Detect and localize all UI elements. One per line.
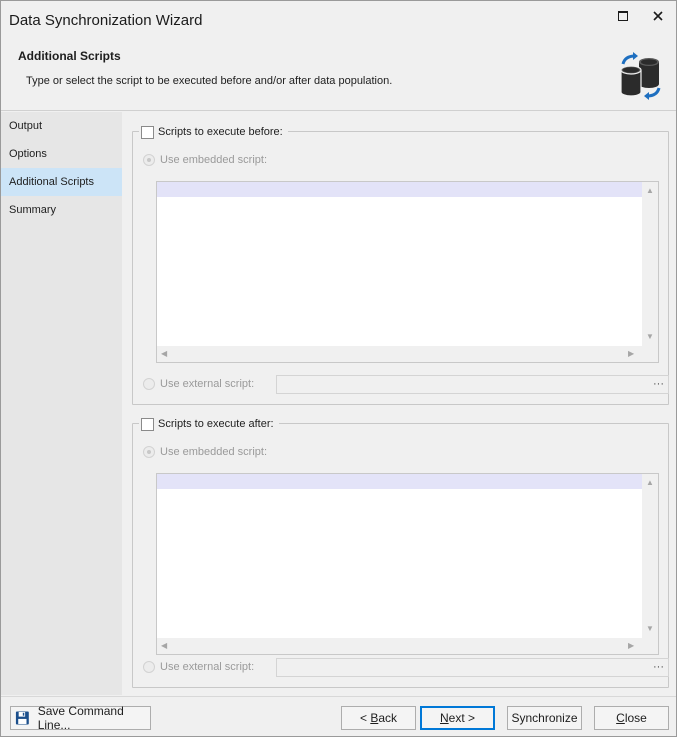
next-button[interactable]: Next > [420, 706, 495, 730]
after-external-label: Use external script: [160, 661, 255, 673]
back-mnemonic: B [370, 711, 379, 725]
synchronize-label: Synchronize [511, 711, 578, 725]
after-scripts-label[interactable]: Scripts to execute after: [158, 418, 274, 430]
scroll-left-icon[interactable]: ◀ [161, 349, 167, 359]
before-external-option[interactable]: Use external script: [143, 378, 254, 390]
before-external-label: Use external script: [160, 378, 255, 390]
before-embedded-option[interactable]: Use embedded script: [143, 154, 267, 166]
page-description: Type or select the script to be executed… [26, 75, 393, 87]
scroll-up-icon[interactable]: ▲ [646, 478, 654, 488]
before-editor-horizontal-scrollbar[interactable]: ◀ ▶ [157, 346, 642, 362]
after-scripts-group: Scripts to execute after: Use embedded s… [132, 415, 669, 688]
close-button[interactable]: Close [594, 706, 669, 730]
scroll-down-icon[interactable]: ▼ [646, 624, 654, 634]
window-title: Data Synchronization Wizard [9, 12, 203, 29]
after-embedded-radio[interactable] [143, 446, 155, 458]
ellipsis-icon[interactable]: ··· [653, 378, 664, 390]
next-label-rest: ext > [448, 711, 476, 725]
scroll-up-icon[interactable]: ▲ [646, 186, 654, 196]
scroll-right-icon[interactable]: ▶ [628, 641, 634, 651]
after-external-path-field[interactable]: ··· [276, 658, 669, 677]
scrollbar-corner [642, 638, 658, 654]
scroll-left-icon[interactable]: ◀ [161, 641, 167, 651]
sidebar-item-output[interactable]: Output [1, 112, 122, 140]
ellipsis-icon[interactable]: ··· [653, 661, 664, 673]
close-mnemonic: C [616, 711, 625, 725]
wizard-window: Data Synchronization Wizard Additional S… [0, 0, 677, 737]
sidebar-item-summary[interactable]: Summary [1, 196, 122, 224]
after-embedded-label: Use embedded script: [160, 446, 267, 458]
wizard-sidebar: Output Options Additional Scripts Summar… [1, 112, 122, 695]
before-external-row: Use external script: ··· [143, 375, 669, 395]
maximize-icon [618, 11, 628, 21]
database-sync-icon [620, 52, 661, 100]
next-mnemonic: N [439, 711, 449, 725]
save-command-line-button[interactable]: Save Command Line... [10, 704, 151, 732]
scrollbar-corner [642, 346, 658, 362]
after-script-editor[interactable]: ▲ ▼ ◀ ▶ [156, 473, 659, 655]
close-icon [653, 11, 663, 21]
after-external-radio[interactable] [143, 661, 155, 673]
scroll-down-icon[interactable]: ▼ [646, 332, 654, 342]
after-editor-vertical-scrollbar[interactable]: ▲ ▼ [642, 474, 658, 639]
after-scripts-checkbox[interactable] [141, 417, 154, 431]
before-embedded-label: Use embedded script: [160, 154, 267, 166]
close-label-rest: lose [624, 711, 647, 725]
before-external-radio[interactable] [143, 378, 155, 390]
after-external-option[interactable]: Use external script: [143, 661, 254, 673]
maximize-button[interactable] [609, 5, 637, 27]
sidebar-item-options[interactable]: Options [1, 140, 122, 168]
before-scripts-group: Scripts to execute before: Use embedded … [132, 123, 669, 405]
synchronize-button[interactable]: Synchronize [507, 706, 582, 730]
before-scripts-label[interactable]: Scripts to execute before: [158, 126, 283, 138]
sidebar-item-additional-scripts[interactable]: Additional Scripts [1, 168, 122, 196]
after-embedded-option[interactable]: Use embedded script: [143, 446, 267, 458]
close-window-button[interactable] [644, 5, 672, 27]
wizard-header: Additional Scripts Type or select the sc… [1, 39, 676, 111]
after-editor-horizontal-scrollbar[interactable]: ◀ ▶ [157, 638, 642, 654]
before-external-path-field[interactable]: ··· [276, 375, 669, 394]
save-command-line-label: Save Command Line... [37, 704, 124, 732]
after-scripts-header: Scripts to execute after: [139, 415, 279, 433]
scroll-right-icon[interactable]: ▶ [628, 349, 634, 359]
before-embedded-radio[interactable] [143, 154, 155, 166]
back-button[interactable]: < Back [341, 706, 416, 730]
back-label-rest: ack [378, 711, 398, 725]
page-title: Additional Scripts [18, 49, 121, 63]
wizard-footer: Save Command Line... < Back Next > Synch… [1, 696, 676, 736]
after-external-row: Use external script: ··· [143, 658, 669, 678]
back-prefix: < [359, 711, 371, 725]
current-line-highlight [157, 474, 642, 489]
before-scripts-checkbox[interactable] [141, 125, 154, 139]
before-scripts-header: Scripts to execute before: [139, 123, 288, 141]
title-bar: Data Synchronization Wizard [1, 1, 676, 39]
before-editor-vertical-scrollbar[interactable]: ▲ ▼ [642, 182, 658, 347]
current-line-highlight [157, 182, 642, 197]
floppy-disk-icon [15, 711, 29, 725]
before-script-editor[interactable]: ▲ ▼ ◀ ▶ [156, 181, 659, 363]
wizard-content: Scripts to execute before: Use embedded … [122, 112, 676, 695]
